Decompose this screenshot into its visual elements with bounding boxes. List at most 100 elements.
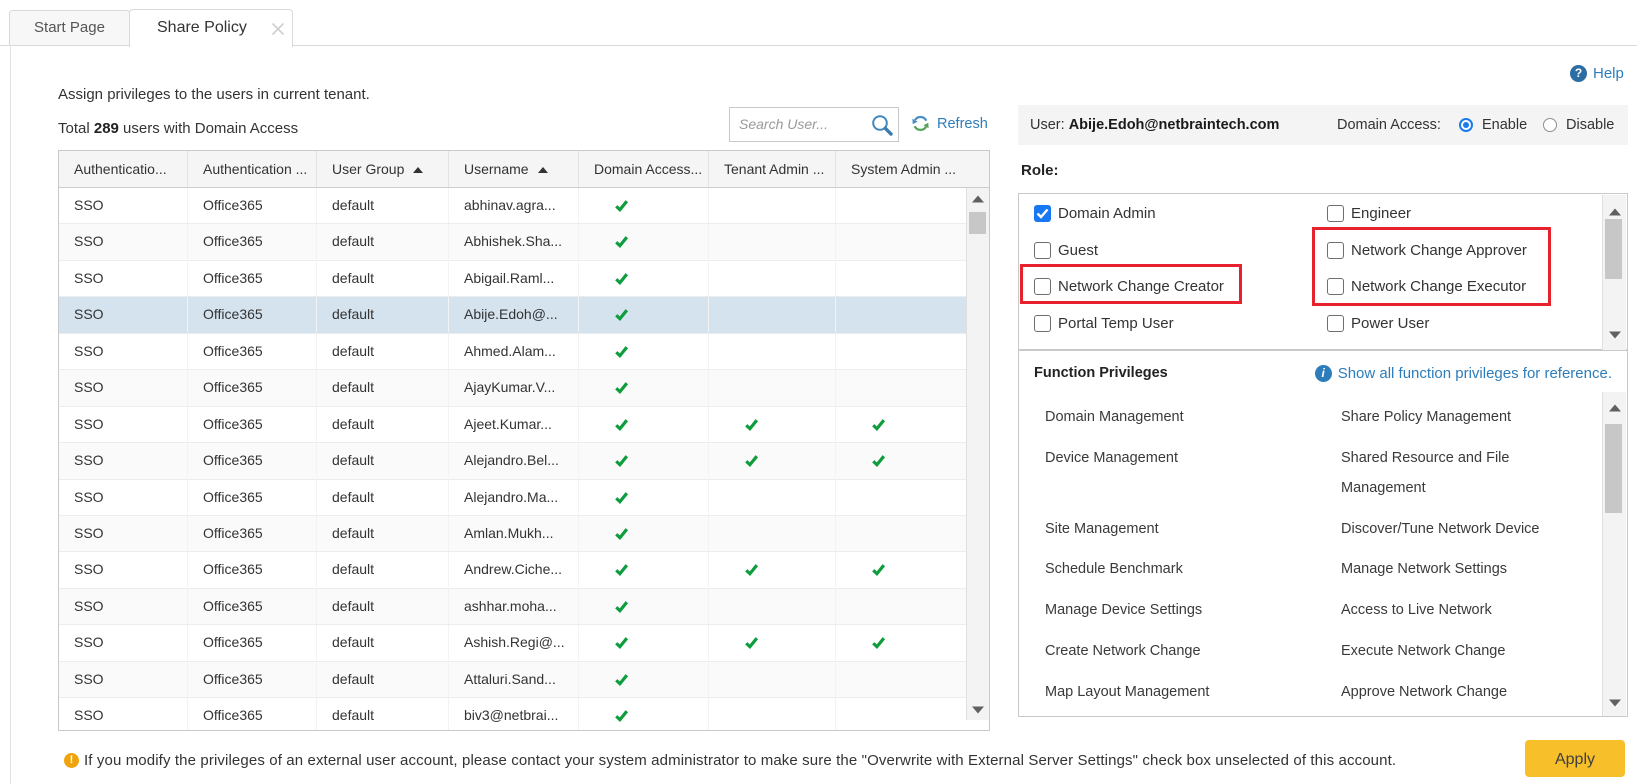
sort-asc-icon — [413, 167, 423, 173]
enable-radio[interactable] — [1459, 118, 1473, 132]
cell-tenant-access — [709, 370, 836, 405]
table-row[interactable]: SSOOffice365defaultAlejandro.Bel... — [59, 443, 967, 479]
cell-system-access — [836, 552, 967, 587]
cell-tenant-access — [709, 188, 836, 223]
table-row[interactable]: SSOOffice365defaultAbigail.Raml... — [59, 261, 967, 297]
cell-tenant-access — [709, 589, 836, 624]
table-row[interactable]: SSOOffice365defaultbiv3@netbrai... — [59, 698, 967, 731]
scroll-up-icon[interactable] — [967, 190, 989, 207]
green-check-icon — [614, 417, 629, 432]
scroll-up-icon[interactable] — [1603, 203, 1626, 220]
table-row[interactable]: SSOOffice365defaultabhinav.agra... — [59, 188, 967, 224]
total-users-text: Total 289 users with Domain Access — [58, 120, 298, 137]
table-scrollbar-thumb[interactable] — [969, 212, 986, 234]
green-check-icon — [871, 635, 886, 650]
privilege-item: Manage Device Settings — [1045, 600, 1202, 620]
privilege-item: Site Management — [1045, 519, 1159, 539]
cell-system-access — [836, 516, 967, 551]
cell-user-group: default — [317, 334, 449, 369]
cell-domain-access — [579, 407, 709, 442]
cell-username: Abhishek.Sha... — [449, 224, 579, 259]
cell-domain-access — [579, 625, 709, 660]
info-icon: i — [1315, 365, 1332, 382]
green-check-icon — [614, 526, 629, 541]
privilege-item: Discover/Tune Network Device — [1341, 514, 1571, 544]
refresh-icon — [911, 114, 930, 133]
cell-auth-type: Office365 — [188, 625, 317, 660]
table-row[interactable]: SSOOffice365defaultAshish.Regi@... — [59, 625, 967, 661]
cell-user-group: default — [317, 224, 449, 259]
col-header-authentication-1[interactable]: Authenticatio... — [59, 151, 188, 187]
cell-domain-access — [579, 224, 709, 259]
apply-button[interactable]: Apply — [1525, 740, 1625, 777]
close-tab-icon[interactable] — [271, 22, 285, 36]
green-check-icon — [614, 198, 629, 213]
col-header-user-group[interactable]: User Group — [317, 151, 449, 187]
role-option-label: Engineer — [1351, 205, 1411, 223]
privileges-scrollbar-thumb[interactable] — [1605, 424, 1622, 513]
scroll-down-icon[interactable] — [1603, 326, 1626, 343]
cell-domain-access — [579, 443, 709, 478]
share-policy-screen: Start Page Share Policy Assign privilege… — [0, 0, 1637, 784]
cell-system-access — [836, 297, 967, 332]
cell-auth-server: SSO — [59, 224, 188, 259]
checkbox-unchecked-icon[interactable] — [1327, 315, 1344, 332]
cell-auth-type: Office365 — [188, 224, 317, 259]
privileges-scrollbar[interactable] — [1602, 392, 1626, 716]
cell-auth-type: Office365 — [188, 589, 317, 624]
disable-radio[interactable] — [1543, 118, 1557, 132]
col-header-system-admin[interactable]: System Admin ... — [836, 151, 967, 187]
current-user-text: User: Abije.Edoh@netbraintech.com — [1030, 105, 1279, 145]
table-row[interactable]: SSOOffice365defaultAndrew.Ciche... — [59, 552, 967, 588]
table-row[interactable]: SSOOffice365defaultAttaluri.Sand... — [59, 662, 967, 698]
table-row[interactable]: SSOOffice365defaultAjeet.Kumar... — [59, 407, 967, 443]
checkbox-unchecked-icon[interactable] — [1034, 242, 1051, 259]
scroll-down-icon[interactable] — [967, 701, 989, 718]
green-check-icon — [744, 417, 759, 432]
col-header-authentication-2[interactable]: Authentication ... — [188, 151, 317, 187]
table-row[interactable]: SSOOffice365defaultAjayKumar.V... — [59, 370, 967, 406]
green-check-icon — [614, 234, 629, 249]
col-header-username[interactable]: Username — [449, 151, 579, 187]
role-scrollbar-thumb[interactable] — [1605, 219, 1622, 279]
table-row[interactable]: SSOOffice365defaultAbhishek.Sha... — [59, 224, 967, 260]
table-scrollbar[interactable] — [966, 188, 989, 720]
cell-auth-server: SSO — [59, 334, 188, 369]
search-user-input[interactable] — [739, 109, 864, 139]
green-check-icon — [614, 562, 629, 577]
cell-system-access — [836, 662, 967, 697]
table-row[interactable]: SSOOffice365defaultAmlan.Mukh... — [59, 516, 967, 552]
sort-asc-icon — [538, 167, 548, 173]
scroll-down-icon[interactable] — [1603, 694, 1626, 711]
cell-auth-type: Office365 — [188, 407, 317, 442]
cell-username: Abigail.Raml... — [449, 261, 579, 296]
cell-auth-server: SSO — [59, 407, 188, 442]
table-row[interactable]: SSOOffice365defaultAhmed.Alam... — [59, 334, 967, 370]
role-scrollbar[interactable] — [1602, 195, 1626, 350]
search-icon[interactable] — [870, 113, 893, 136]
table-row[interactable]: SSOOffice365defaultAbije.Edoh@... — [59, 297, 967, 333]
help-icon: ? — [1570, 65, 1587, 82]
cell-system-access — [836, 188, 967, 223]
checkbox-unchecked-icon[interactable] — [1327, 205, 1344, 222]
show-all-privileges-link[interactable]: i Show all function privileges for refer… — [1338, 365, 1612, 383]
table-row[interactable]: SSOOffice365defaultashhar.moha... — [59, 589, 967, 625]
cell-auth-server: SSO — [59, 480, 188, 515]
disable-label: Disable — [1566, 105, 1614, 145]
cell-tenant-access — [709, 698, 836, 731]
checkbox-unchecked-icon[interactable] — [1034, 315, 1051, 332]
checkbox-checked-icon[interactable] — [1034, 205, 1051, 222]
table-row[interactable]: SSOOffice365defaultAlejandro.Ma... — [59, 480, 967, 516]
warning-text: If you modify the privileges of an exter… — [84, 752, 1396, 769]
tab-share-policy[interactable]: Share Policy — [129, 9, 293, 47]
cell-tenant-access — [709, 407, 836, 442]
scroll-up-icon[interactable] — [1603, 399, 1626, 416]
col-header-domain-access[interactable]: Domain Access... — [579, 151, 709, 187]
cell-user-group: default — [317, 589, 449, 624]
function-privileges-title: Function Privileges — [1034, 365, 1168, 381]
tab-start-page[interactable]: Start Page — [9, 10, 130, 46]
privilege-item: Access to Live Network — [1341, 595, 1571, 625]
cell-user-group: default — [317, 625, 449, 660]
cell-system-access — [836, 625, 967, 660]
col-header-tenant-admin[interactable]: Tenant Admin ... — [709, 151, 836, 187]
